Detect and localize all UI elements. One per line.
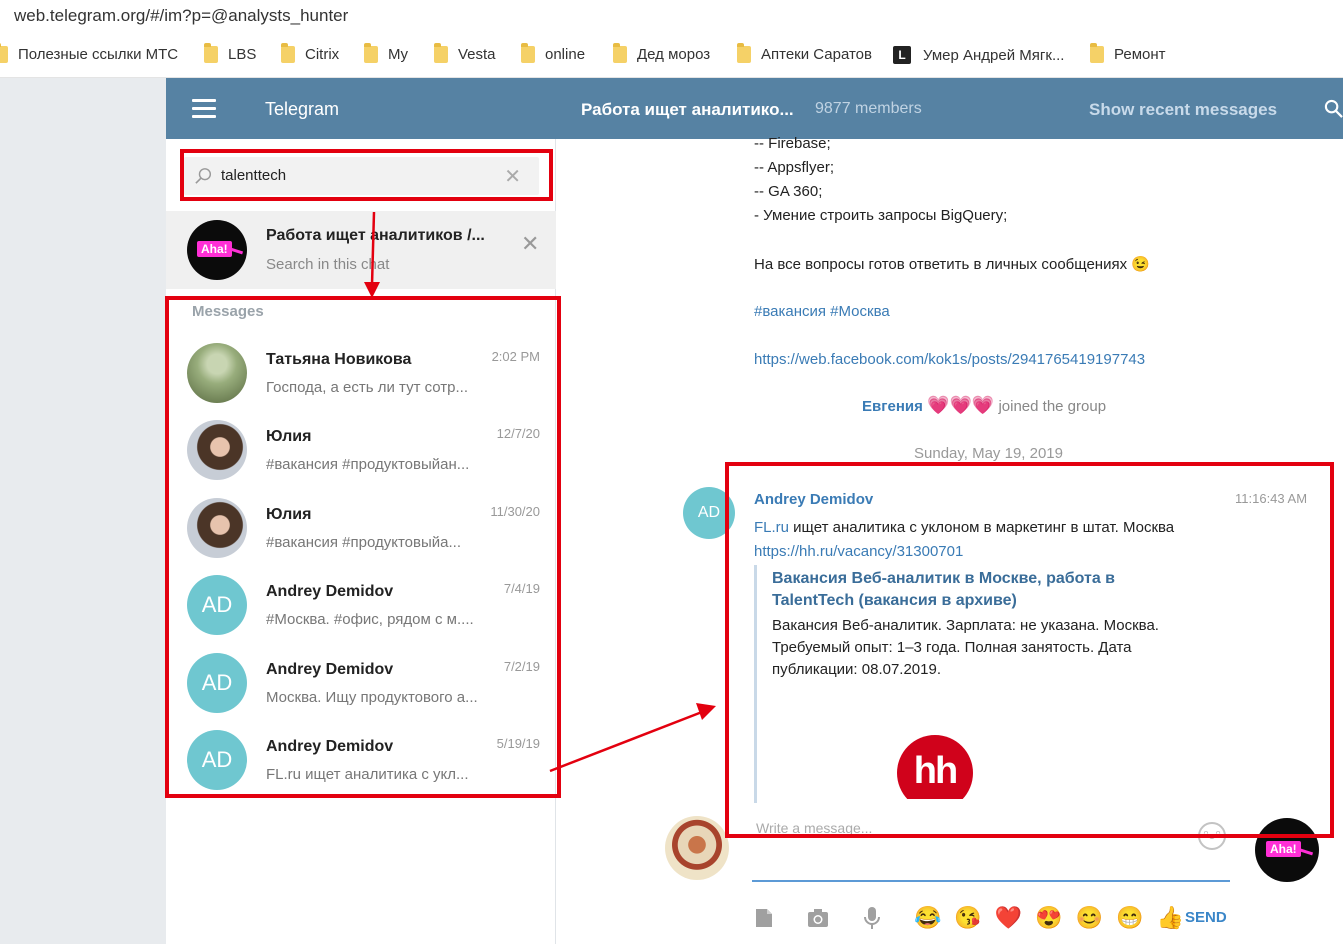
- page-margin: [0, 78, 166, 944]
- folder-icon: [281, 43, 295, 63]
- bookmarks-bar: Полезные ссылки МТС LBS Citrix My Vesta …: [0, 32, 1343, 78]
- annotation-box-search: [180, 149, 553, 201]
- joined-text: joined the group: [998, 398, 1107, 415]
- folder-icon: [364, 43, 378, 63]
- input-underline: [752, 880, 1230, 882]
- bookmark-umer[interactable]: L Умер Андрей Мягк...: [893, 46, 1064, 64]
- search-icon[interactable]: [1324, 99, 1343, 118]
- member-count: 9877 members: [815, 100, 922, 117]
- annotation-box-message: [725, 462, 1334, 838]
- chat-avatar: Aha!: [187, 220, 247, 280]
- user-avatar[interactable]: [665, 816, 729, 880]
- camera-icon[interactable]: [806, 906, 830, 930]
- menu-icon[interactable]: [192, 99, 216, 119]
- folder-icon: [0, 43, 8, 63]
- message-line: - Умение строить запросы BigQuery;: [754, 207, 1008, 224]
- folder-icon: [1090, 43, 1104, 63]
- app-title: Telegram: [265, 99, 340, 119]
- telegram-header: Telegram Работа ищет аналитико... 9877 m…: [166, 78, 1343, 139]
- message-line: На все вопросы готов ответить в личных с…: [754, 256, 1150, 273]
- message-line: -- Appsflyer;: [754, 159, 835, 176]
- bookmark-remont[interactable]: Ремонт: [1090, 43, 1166, 63]
- folder-icon: [434, 43, 448, 63]
- folder-icon: [521, 43, 535, 63]
- emoji-heart-eyes-icon[interactable]: 😍: [1035, 905, 1062, 931]
- emoji-thumbs-up-icon[interactable]: 👍: [1156, 905, 1183, 931]
- chat-result-sub: Search in this chat: [266, 256, 390, 273]
- browser-address-bar[interactable]: web.telegram.org/#/im?p=@analysts_hunter: [0, 0, 1343, 32]
- facebook-link[interactable]: https://web.facebook.com/kok1s/posts/294…: [754, 351, 1145, 368]
- chat-title[interactable]: Работа ищет аналитико...: [581, 100, 794, 120]
- bookmark-vesta[interactable]: Vesta: [434, 43, 496, 63]
- bookmark-citrix[interactable]: Citrix: [281, 43, 339, 63]
- message-line: -- GA 360;: [754, 183, 823, 200]
- bookmark-my[interactable]: My: [364, 43, 408, 63]
- emoji-kiss-icon[interactable]: 😘: [954, 905, 981, 931]
- folder-icon: [613, 43, 627, 63]
- emoji-heart-icon[interactable]: ❤️: [995, 905, 1022, 931]
- bookmark-ded-moroz[interactable]: Дед мороз: [613, 43, 710, 63]
- annotation-box-results: [165, 296, 561, 798]
- bookmark-online[interactable]: online: [521, 43, 585, 63]
- bookmark-lbs[interactable]: LBS: [204, 43, 256, 63]
- chat-search-result[interactable]: Aha! Работа ищет аналитиков /... Search …: [166, 211, 556, 289]
- bookmark-mts[interactable]: Полезные ссылки МТС: [0, 43, 178, 63]
- folder-icon: [737, 43, 751, 63]
- microphone-icon[interactable]: [860, 906, 884, 930]
- chat-result-name: Работа ищет аналитиков /...: [266, 227, 485, 244]
- folder-icon: [204, 43, 218, 63]
- emoji-joy-icon[interactable]: 😂: [914, 905, 941, 931]
- date-separator: Sunday, May 19, 2019: [914, 445, 1063, 462]
- joined-user[interactable]: Евгения: [862, 398, 923, 415]
- lj-icon: L: [893, 46, 911, 64]
- file-icon[interactable]: [752, 906, 776, 930]
- hearts-emoji: 💗💗💗: [927, 395, 995, 415]
- close-icon[interactable]: ✕: [521, 231, 539, 257]
- bookmark-apteki[interactable]: Аптеки Саратов: [737, 43, 872, 63]
- url-text[interactable]: web.telegram.org/#/im?p=@analysts_hunter: [14, 6, 348, 26]
- emoji-smile-icon[interactable]: 😊: [1076, 905, 1103, 931]
- show-recent-button[interactable]: Show recent messages: [1089, 100, 1277, 120]
- service-message: Евгения 💗💗💗 joined the group: [862, 395, 1106, 416]
- compose-toolbar: 😂 😘 ❤️ 😍 😊 😁 👍: [752, 903, 1197, 933]
- emoji-grin-icon[interactable]: 😁: [1116, 905, 1143, 931]
- send-button[interactable]: SEND: [1185, 909, 1227, 926]
- hashtag-link[interactable]: #вакансия #Москва: [754, 303, 890, 320]
- message-line: -- Firebase;: [754, 135, 831, 152]
